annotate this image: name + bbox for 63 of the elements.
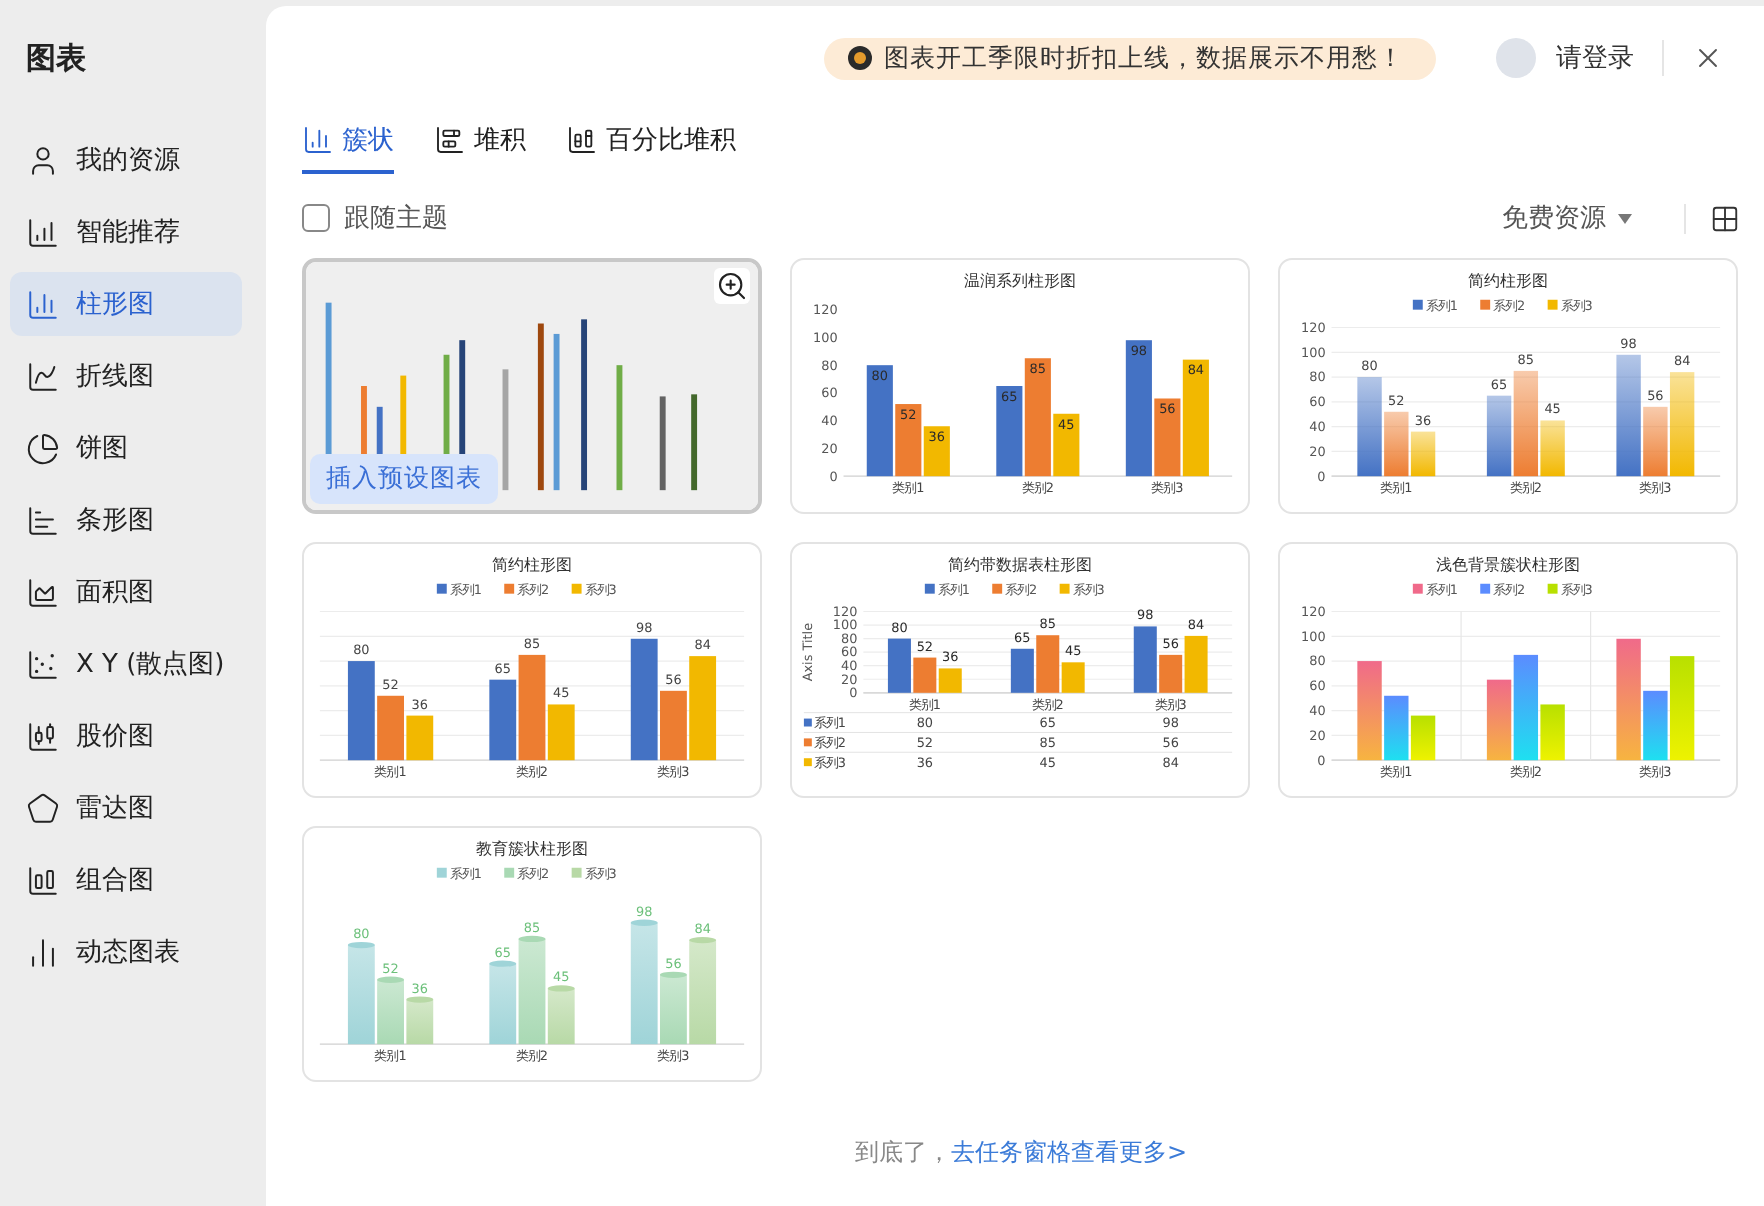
- user-icon: [26, 143, 60, 177]
- sidebar-item[interactable]: 组合图: [10, 848, 242, 912]
- chart-title: 简约柱形图: [492, 555, 572, 574]
- chart-title: 浅色背景簇状柱形图: [1436, 555, 1580, 574]
- tab[interactable]: 簇状: [302, 110, 394, 174]
- grid-icon: [1710, 203, 1740, 233]
- bar: [489, 960, 517, 1045]
- bar: [996, 386, 1023, 477]
- end-note: 到底了，: [854, 1138, 951, 1166]
- pie-chart-icon: [26, 431, 60, 465]
- rising-columns-icon: [26, 215, 60, 249]
- sidebar-item[interactable]: 智能推荐: [10, 200, 242, 264]
- sidebar-item[interactable]: 饼图: [10, 416, 242, 480]
- line-chart-icon: [26, 359, 60, 393]
- bar: [1486, 395, 1512, 477]
- sidebar-item[interactable]: 柱形图: [10, 272, 242, 336]
- bar: [1486, 679, 1512, 761]
- bar: [406, 996, 434, 1045]
- more-link[interactable]: 去任务窗格查看更多>: [950, 1138, 1188, 1166]
- legend-swatch: [803, 738, 812, 747]
- column-chart-icon: [302, 124, 334, 156]
- login-link[interactable]: 请登录: [1556, 40, 1634, 76]
- checkbox[interactable]: [302, 204, 330, 232]
- promo-banner[interactable]: 图表开工季限时折扣上线，数据展示不用愁！: [824, 37, 1436, 79]
- sidebar-item[interactable]: 我的资源: [10, 128, 242, 192]
- stacked-column-icon: [566, 124, 598, 156]
- column-chart-icon: [26, 287, 60, 321]
- insert-button[interactable]: 插入预设图表: [310, 454, 498, 504]
- chart-title: 温润系列柱形图: [964, 271, 1076, 290]
- chart-title: 教育簇状柱形图: [476, 839, 588, 858]
- legend-swatch: [803, 718, 812, 727]
- badge-icon: [848, 46, 872, 70]
- scatter-chart-icon: [26, 647, 60, 681]
- bar: [1010, 648, 1034, 693]
- sidebar-item[interactable]: 面积图: [10, 560, 242, 624]
- caret-icon: [1618, 213, 1632, 223]
- column-chart-icon: [26, 935, 60, 969]
- tab[interactable]: 堆积: [434, 110, 526, 174]
- sidebar-item[interactable]: 条形图: [10, 488, 242, 552]
- sidebar-item[interactable]: X Y (散点图): [10, 632, 242, 696]
- sidebar-item[interactable]: 雷达图: [10, 776, 242, 840]
- tab[interactable]: 百分比堆积: [566, 110, 736, 174]
- column-chart-icon: [26, 863, 60, 897]
- filter-dropdown[interactable]: 免费资源: [1502, 200, 1632, 236]
- zoom-in-icon: [716, 270, 748, 302]
- avatar-icon: [1496, 38, 1536, 78]
- chart-template-card[interactable]: 插入预设图表: [302, 258, 762, 514]
- chart-title: 简约柱形图: [1468, 271, 1548, 290]
- legend-swatch: [803, 758, 812, 767]
- zoom-in-button[interactable]: [714, 268, 750, 304]
- sidebar-item[interactable]: 股价图: [10, 704, 242, 768]
- bar: [489, 679, 517, 761]
- pentagon-icon: [26, 791, 60, 825]
- area-chart-icon: [26, 575, 60, 609]
- sidebar-item[interactable]: 折线图: [10, 344, 242, 408]
- sidebar-item[interactable]: 动态图表: [10, 920, 242, 984]
- checkbox-label: 跟随主题: [344, 202, 448, 236]
- panel-title: 图表: [24, 40, 88, 80]
- stacked-bar-icon: [434, 124, 466, 156]
- bar-chart-icon: [26, 503, 60, 537]
- grid-view-button[interactable]: [1684, 203, 1740, 233]
- candlestick-icon: [26, 719, 60, 753]
- chart-title: 简约带数据表柱形图: [948, 555, 1092, 574]
